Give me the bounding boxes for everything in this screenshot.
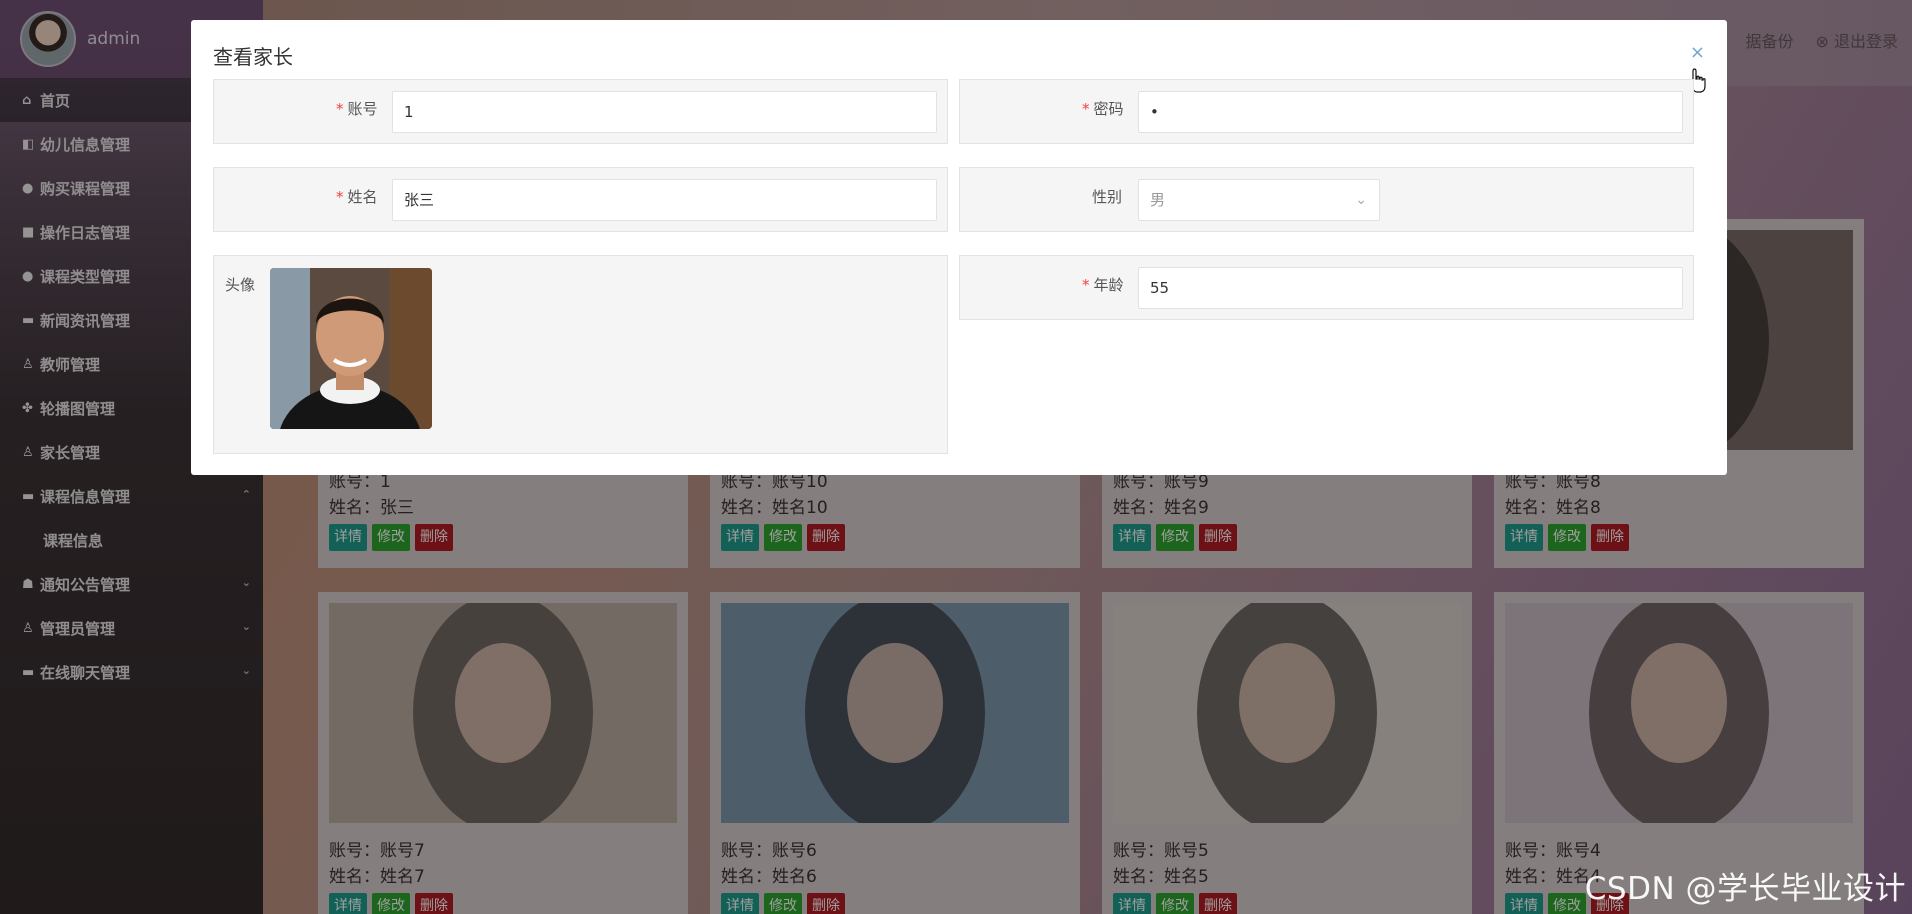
- dialog-title: 查看家长: [213, 45, 293, 69]
- password-input[interactable]: •: [1138, 91, 1683, 133]
- view-parent-dialog: 查看家长 × * 账号 1 * 密码 • * 姓名 张三 性别 男 ⌄ 头像 *…: [191, 20, 1727, 475]
- age-input[interactable]: 55: [1138, 267, 1683, 309]
- field-name: * 姓名 张三: [213, 167, 948, 232]
- gender-label: 性别: [1092, 188, 1123, 206]
- age-label: * 年龄: [1082, 276, 1124, 294]
- close-icon[interactable]: ×: [1690, 42, 1705, 63]
- account-label: * 账号: [336, 100, 378, 118]
- field-password: * 密码 •: [959, 79, 1694, 144]
- field-avatar: 头像: [213, 255, 948, 454]
- avatar-photo[interactable]: [270, 268, 432, 429]
- field-age: * 年龄 55: [959, 255, 1694, 320]
- chevron-down-icon: ⌄: [1355, 192, 1367, 208]
- name-label: * 姓名: [336, 188, 378, 206]
- avatar-label: 头像: [225, 276, 256, 294]
- name-input[interactable]: 张三: [392, 179, 937, 221]
- account-input[interactable]: 1: [392, 91, 937, 133]
- gender-value: 男: [1150, 191, 1166, 209]
- password-label: * 密码: [1082, 100, 1124, 118]
- field-gender: 性别 男 ⌄: [959, 167, 1694, 232]
- watermark: CSDN @学长毕业设计: [1584, 871, 1906, 907]
- field-account: * 账号 1: [213, 79, 948, 144]
- gender-select[interactable]: 男 ⌄: [1138, 179, 1380, 221]
